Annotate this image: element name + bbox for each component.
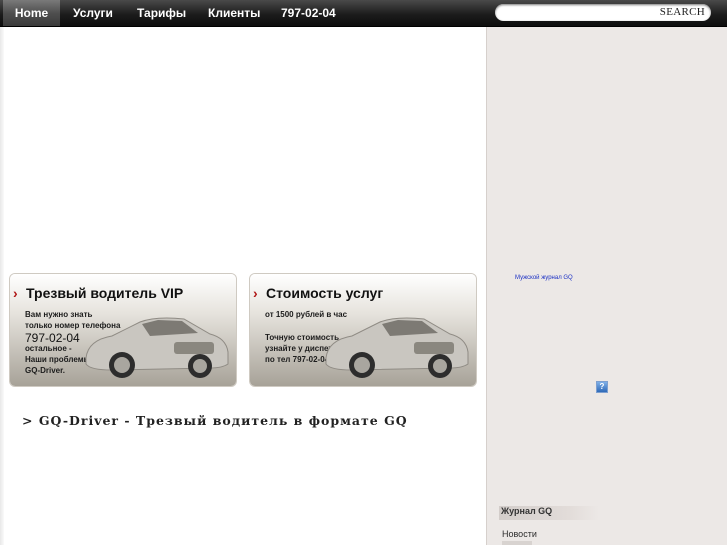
sidebar-gq-link[interactable]: Мужской журнал GQ (515, 275, 573, 281)
sidebar-section-heading: Журнал GQ (501, 506, 553, 516)
help-icon[interactable]: ? (596, 381, 608, 393)
car-image (325, 317, 469, 378)
nav-services[interactable]: Услуги (73, 0, 113, 26)
search-box: SEARCH (495, 4, 711, 21)
main-left-edge (0, 27, 4, 545)
search-button[interactable]: SEARCH (660, 5, 705, 20)
chevron-right-icon: › (13, 285, 18, 301)
search-input[interactable] (503, 5, 653, 19)
page-headline: > GQ-Driver - Трезвый водитель в формате… (22, 413, 408, 428)
top-navigation-bar: Home Услуги Тарифы Клиенты 797-02-04 SEA… (0, 0, 727, 27)
promo-text-line: GQ-Driver. (25, 366, 66, 375)
nav-clients[interactable]: Клиенты (208, 0, 260, 26)
sidebar-item-partial (502, 541, 532, 545)
header-phone-number: 797-02-04 (281, 6, 336, 20)
promo-text-line: Наши проблемы (25, 355, 91, 364)
nav-home[interactable]: Home (3, 0, 60, 26)
car-image (85, 317, 229, 378)
main-content: › Трезвый водитель VIP Вам нужно знать т… (0, 27, 486, 545)
promo-text-line: остальное - (25, 344, 72, 353)
sidebar-item-news[interactable]: Новости (502, 529, 537, 539)
sidebar: Мужской журнал GQ ? Журнал GQ Новости (486, 27, 727, 545)
promo-title: Стоимость услуг (266, 285, 384, 301)
nav-tariffs[interactable]: Тарифы (137, 0, 186, 26)
promo-phone: 797-02-04 (25, 331, 80, 345)
chevron-right-icon: › (253, 285, 258, 301)
promo-text-line: по тел 797-02-04 (265, 355, 330, 364)
promo-title: Трезвый водитель VIP (26, 285, 184, 301)
promo-pricing[interactable]: › Стоимость услуг от 1500 рублей в час Т… (250, 274, 476, 386)
promo-vip-driver[interactable]: › Трезвый водитель VIP Вам нужно знать т… (10, 274, 236, 386)
